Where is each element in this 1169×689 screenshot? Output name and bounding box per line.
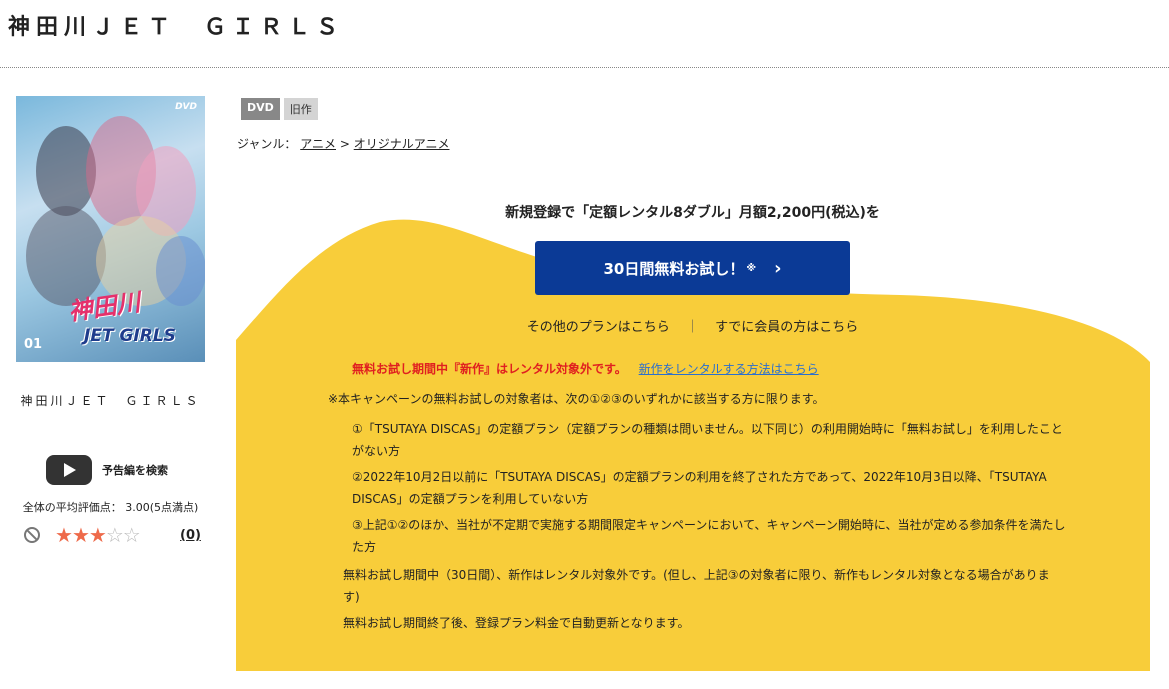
trial-period-note: 無料お試し期間中（30日間）、新作はレンタル対象外です。(但し、上記③の対象者に… [343,568,1050,604]
new-release-rental-link[interactable]: 新作をレンタルする方法はこちら [639,362,819,376]
cover-image[interactable]: DVD 神田川 JET GIRLS 01 [16,96,205,362]
dvd-logo: DVD [175,102,197,112]
trailer-search-button[interactable]: 予告編を検索 [46,455,168,485]
warning-text: 無料お試し期間中『新作』はレンタル対象外です。 [352,362,627,376]
condition-item: ①「TSUTAYA DISCAS」の定額プラン（定額プランの種類は問いません。以… [352,422,1063,458]
free-trial-label[interactable]: 30日間無料お試し！ [603,258,744,279]
review-count-link[interactable]: (0) [180,528,201,543]
condition-item: ②2022年10月2日以前に「TSUTAYA DISCAS」の定額プランの利用を… [352,470,1047,506]
play-icon[interactable] [46,455,92,485]
campaign-headline: 新規登録で「定額レンタル8ダブル」月額2,200円(税込)を [505,205,880,221]
genre-anime-link[interactable]: アニメ [300,137,336,151]
other-plans-link[interactable]: その他のプランはこちら [527,320,670,335]
sidebar-title: 神田川ＪＥＴ ＧＩＲＬＳ [20,394,201,408]
chevron-right-icon[interactable]: › [774,258,781,279]
member-login-link[interactable]: すでに会員の方はこちら [715,320,858,335]
star-icon[interactable]: ★ [55,523,73,547]
star-icon[interactable]: ★ [89,523,107,547]
genre-label: ジャンル： [237,137,297,151]
condition-item: ③上記①②のほか、当社が不定期で実施する期間限定キャンペーンにおいて、キャンペー… [352,518,1066,554]
badges: DVD 旧作 [241,98,318,120]
cover-volume: 01 [24,337,43,352]
link-divider: ｜ [685,320,699,335]
star-icon[interactable]: ★ [72,523,90,547]
star-rating[interactable]: ★★★☆☆ [55,523,141,547]
plan-links: その他のプランはこちら ｜ すでに会員の方はこちら [236,316,1149,335]
star-empty-icon[interactable]: ☆ [123,523,141,547]
average-rating: 全体の平均評価点： 3.00(5点満点) [22,501,199,514]
genre-original-anime-link[interactable]: オリジナルアニメ [354,137,450,151]
free-trial-note[interactable]: ※ [746,263,756,274]
age-badge: 旧作 [283,98,318,120]
star-empty-icon[interactable]: ☆ [106,523,124,547]
cover-logo-bottom: JET GIRLS [84,326,176,346]
genre-breadcrumb: ジャンル： アニメ > オリジナルアニメ [237,135,449,152]
format-badge: DVD [241,98,280,120]
rating-row: ★★★☆☆ (0) [24,523,204,548]
free-trial-button[interactable]: 30日間無料お試し！ ※ › [535,241,850,295]
trailer-label[interactable]: 予告編を検索 [102,462,168,478]
auto-renew-note: 無料お試し期間終了後、登録プラン料金で自動更新となります。 [343,616,690,630]
eligibility-note: ※本キャンペーンの無料お試しの対象者は、次の①②③のいずれかに該当する方に限りま… [328,392,825,406]
not-interested-icon[interactable] [24,527,40,543]
genre-separator: > [339,137,350,151]
new-release-warning: 無料お試し期間中『新作』はレンタル対象外です。 新作をレンタルする方法はこちら [352,360,819,377]
